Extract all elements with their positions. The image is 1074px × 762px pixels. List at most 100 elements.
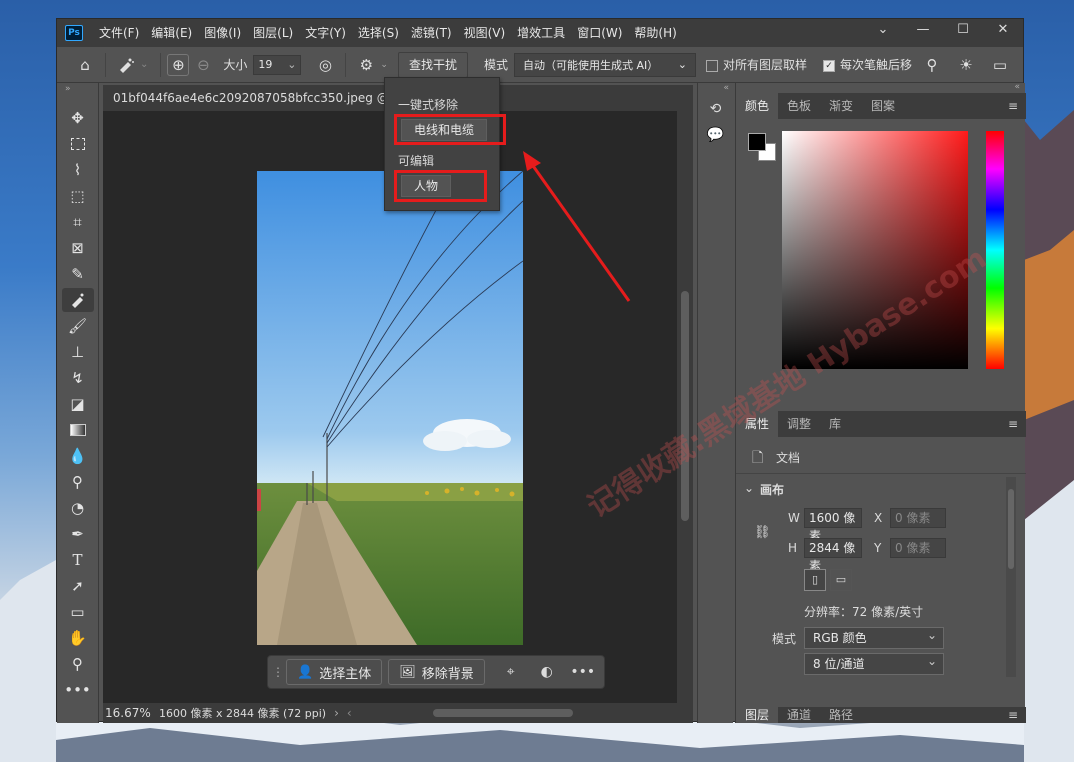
- each-stroke-checkbox[interactable]: ✓ 每次笔触后移: [823, 56, 912, 73]
- document-info: 1600 像素 x 2844 像素 (72 ppi): [159, 707, 327, 720]
- object-select-tool-icon[interactable]: ⬚: [62, 184, 94, 208]
- rectangle-tool-icon[interactable]: ▭: [62, 600, 94, 624]
- path-select-tool-icon[interactable]: ➚: [62, 574, 94, 598]
- move-tool-icon[interactable]: ✥: [62, 106, 94, 130]
- tab-gradients[interactable]: 渐变: [820, 93, 862, 119]
- panel-menu-icon[interactable]: ≡: [1008, 708, 1018, 722]
- mode-select[interactable]: 自动（可能使用生成式 AI） ⌄: [513, 52, 696, 77]
- scroll-thumb[interactable]: [1008, 489, 1014, 569]
- chevron-down-icon: ⌄: [287, 58, 297, 71]
- status-chevron-icon[interactable]: ›: [334, 706, 339, 720]
- maximize-button[interactable]: ☐: [943, 19, 983, 39]
- menu-edit[interactable]: 编辑(E): [145, 19, 198, 47]
- height-input[interactable]: 2844 像素: [804, 538, 862, 573]
- tool-preset-chevron-icon[interactable]: ⌄: [140, 59, 148, 70]
- tab-channels[interactable]: 通道: [778, 707, 820, 723]
- foreground-color-swatch[interactable]: [748, 133, 766, 151]
- history-brush-tool-icon[interactable]: ↯: [62, 366, 94, 390]
- lasso-tool-icon[interactable]: ⌇: [62, 158, 94, 182]
- section-chevron-icon[interactable]: ⌄: [744, 481, 754, 495]
- comments-icon[interactable]: 💬: [698, 127, 733, 153]
- remove-tool-icon[interactable]: [61, 288, 94, 312]
- hand-tool-icon[interactable]: ✋: [62, 626, 94, 650]
- tab-patterns[interactable]: 图案: [862, 93, 904, 119]
- scroll-left-icon[interactable]: ‹: [347, 706, 352, 720]
- pressure-icon[interactable]: ◎: [311, 51, 339, 79]
- frame-tool-icon[interactable]: ⊠: [62, 236, 94, 260]
- each-stroke-label: 每次笔触后移: [840, 58, 913, 72]
- workspace-icon[interactable]: ▭: [986, 51, 1014, 79]
- y-input[interactable]: 0 像素: [890, 538, 946, 558]
- vertical-scrollbar[interactable]: [677, 111, 693, 703]
- remove-tool-icon[interactable]: [112, 51, 140, 79]
- gear-icon[interactable]: ⚙: [352, 51, 380, 79]
- link-icon[interactable]: ⛓: [754, 525, 771, 540]
- properties-scrollbar[interactable]: [1006, 477, 1016, 677]
- layers-panel-tabs: 图层 通道 路径 ≡: [736, 707, 1026, 723]
- menu-help[interactable]: 帮助(H): [628, 19, 682, 47]
- dodge-tool-icon[interactable]: ⚲: [62, 470, 94, 494]
- height-label: H: [788, 541, 798, 555]
- panel-menu-icon[interactable]: ≡: [1008, 99, 1018, 113]
- bit-depth-select[interactable]: 8 位/通道: [804, 651, 944, 675]
- crop-tool-icon[interactable]: ⌗: [62, 210, 94, 234]
- type-tool-icon[interactable]: T: [62, 548, 94, 572]
- marquee-tool-icon[interactable]: [62, 132, 94, 156]
- tab-color[interactable]: 颜色: [736, 93, 779, 119]
- zoom-level[interactable]: 16.67%: [105, 706, 159, 720]
- search-icon[interactable]: ⚲: [918, 51, 946, 79]
- blur-tool-icon[interactable]: 💧: [62, 444, 94, 468]
- subtract-mode-icon[interactable]: ⊖: [189, 51, 217, 79]
- width-input[interactable]: 1600 像素: [804, 508, 862, 543]
- add-mode-icon[interactable]: ⊕: [167, 53, 190, 76]
- size-input[interactable]: 19 ⌄: [253, 54, 302, 75]
- collapse-icon[interactable]: «: [736, 83, 1026, 93]
- tab-layers[interactable]: 图层: [736, 707, 779, 723]
- x-input[interactable]: 0 像素: [890, 508, 946, 528]
- menu-window[interactable]: 窗口(W): [571, 19, 628, 47]
- tab-adjustments[interactable]: 调整: [778, 411, 820, 437]
- scroll-thumb[interactable]: [681, 291, 689, 521]
- menu-filter[interactable]: 滤镜(T): [405, 19, 458, 47]
- find-distractions-button[interactable]: 查找干扰: [397, 51, 468, 78]
- pen-tool-icon[interactable]: ✒: [62, 522, 94, 546]
- landscape-icon[interactable]: ▭: [830, 569, 852, 591]
- color-mode-select[interactable]: RGB 颜色: [804, 625, 944, 649]
- gradient-tool-icon[interactable]: [62, 418, 94, 442]
- eyedropper-tool-icon[interactable]: ✎: [62, 262, 94, 286]
- menu-image[interactable]: 图像(I): [198, 19, 247, 47]
- collapse-icon[interactable]: ⌄: [863, 19, 903, 39]
- menu-file[interactable]: 文件(F): [93, 19, 145, 47]
- sample-all-layers-checkbox[interactable]: 对所有图层取样: [705, 56, 807, 73]
- hue-slider[interactable]: [986, 131, 1004, 369]
- brush-tool-icon[interactable]: 🖌: [62, 314, 94, 338]
- home-icon[interactable]: ⌂: [71, 51, 99, 79]
- more-tools-icon[interactable]: •••: [62, 678, 94, 702]
- horizontal-scroll-thumb[interactable]: [433, 709, 573, 717]
- tab-libraries[interactable]: 库: [820, 411, 850, 437]
- distraction-dropdown: 一键式移除 电线和电缆 可编辑 人物: [384, 77, 506, 211]
- gear-chevron-icon[interactable]: ⌄: [380, 60, 388, 70]
- menu-select[interactable]: 选择(S): [352, 19, 405, 47]
- menu-layer[interactable]: 图层(L): [247, 19, 299, 47]
- menu-view[interactable]: 视图(V): [458, 19, 512, 47]
- close-button[interactable]: ✕: [983, 19, 1023, 39]
- portrait-icon[interactable]: ▯: [804, 569, 826, 591]
- collapse-icon[interactable]: «: [698, 83, 733, 101]
- panel-menu-icon[interactable]: ≡: [1008, 417, 1018, 431]
- tab-paths[interactable]: 路径: [820, 707, 862, 723]
- divider: [345, 52, 347, 77]
- expand-icon[interactable]: »: [57, 83, 98, 105]
- lightbulb-icon[interactable]: ☀: [952, 51, 980, 79]
- tab-swatches[interactable]: 色板: [778, 93, 820, 119]
- divider: [105, 52, 106, 77]
- menu-plugins[interactable]: 增效工具: [511, 19, 571, 47]
- minimize-button[interactable]: —: [903, 19, 943, 39]
- zoom-tool-icon[interactable]: ⚲: [62, 652, 94, 676]
- eraser-tool-icon[interactable]: ◪: [62, 392, 94, 416]
- options-bar: ⌂ ⌄ ⊕ ⊖ 大小 19 ⌄ ◎ ⚙ ⌄ 查找干扰 模式 自动（可能使用生成式 …: [57, 47, 1023, 83]
- history-icon[interactable]: ⟲: [698, 101, 733, 127]
- sponge-tool-icon[interactable]: ◔: [62, 496, 94, 520]
- menu-type[interactable]: 文字(Y): [299, 19, 352, 47]
- stamp-tool-icon[interactable]: ⊥: [62, 340, 94, 364]
